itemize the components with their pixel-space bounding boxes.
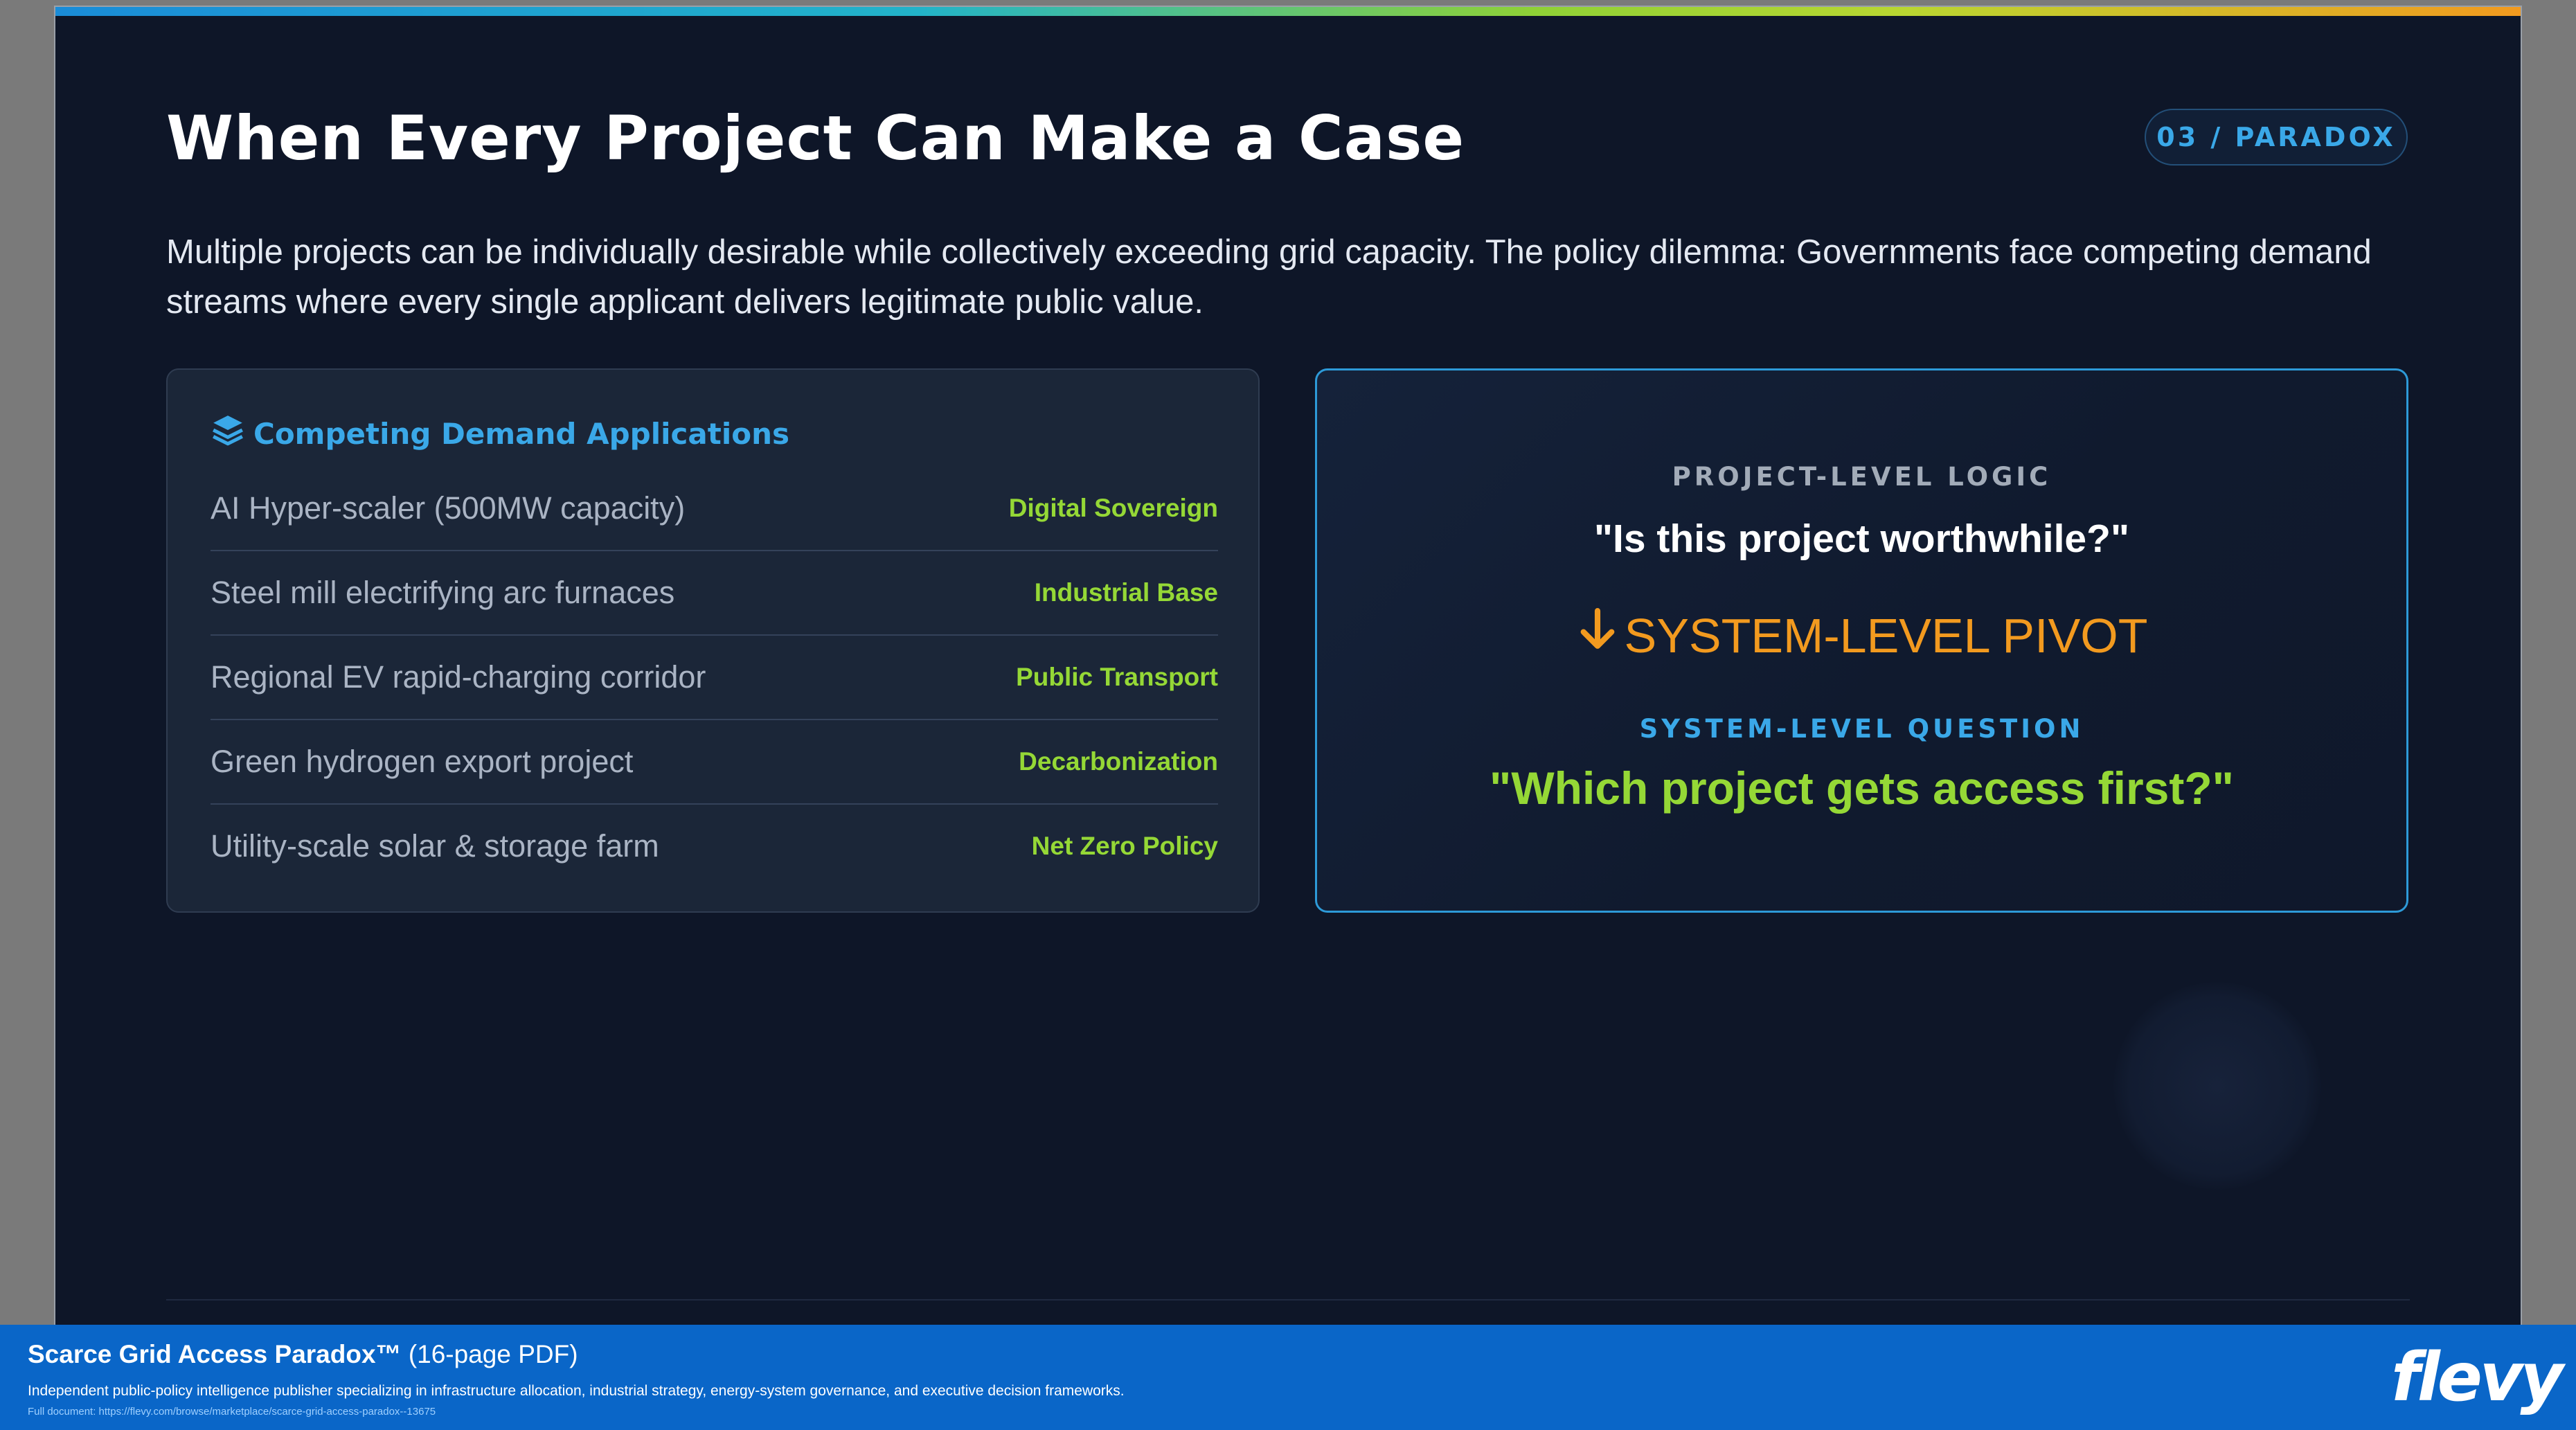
footer-divider — [166, 1299, 2410, 1301]
flevy-logo[interactable]: flevy — [2391, 1339, 2564, 1416]
paradox-logic-card: PROJECT-LEVEL LOGIC "Is this project wor… — [1315, 368, 2408, 913]
layers-icon — [211, 413, 245, 454]
slide: When Every Project Can Make a Case 03 / … — [55, 7, 2521, 1430]
list-item: Regional EV rapid-charging corridor Publ… — [211, 636, 1218, 720]
application-tag: Decarbonization — [1019, 747, 1218, 776]
card-heading: Competing Demand Applications — [211, 413, 789, 454]
pivot-label: SYSTEM-LEVEL PIVOT — [1624, 609, 2148, 663]
list-item: AI Hyper-scaler (500MW capacity) Digital… — [211, 467, 1218, 551]
list-item: Utility-scale solar & storage farm Net Z… — [211, 805, 1218, 888]
slide-title: When Every Project Can Make a Case — [166, 102, 1465, 174]
application-tag: Digital Sovereign — [1008, 494, 1218, 522]
document-footer: Scarce Grid Access Paradox™ (16-page PDF… — [0, 1325, 2576, 1430]
card-heading-label: Competing Demand Applications — [253, 416, 789, 451]
project-level-question: "Is this project worthwhile?" — [1594, 517, 2129, 561]
application-list: AI Hyper-scaler (500MW capacity) Digital… — [211, 467, 1218, 888]
application-name: Regional EV rapid-charging corridor — [211, 659, 706, 695]
list-item: Steel mill electrifying arc furnaces Ind… — [211, 551, 1218, 636]
project-level-kicker: PROJECT-LEVEL LOGIC — [1672, 462, 2052, 492]
application-name: Utility-scale solar & storage farm — [211, 828, 659, 864]
system-level-pivot: SYSTEM-LEVEL PIVOT — [1317, 607, 2406, 664]
slide-subtitle: Multiple projects can be individually de… — [166, 233, 2372, 321]
footer-title-suffix: (16-page PDF) — [401, 1340, 578, 1368]
application-name: Green hydrogen export project — [211, 744, 634, 779]
application-tag: Public Transport — [1016, 663, 1218, 691]
footer-title: Scarce Grid Access Paradox™ (16-page PDF… — [28, 1340, 578, 1369]
application-name: Steel mill electrifying arc furnaces — [211, 575, 675, 610]
arrow-down-icon — [1576, 607, 1619, 664]
footer-title-name: Scarce Grid Access Paradox™ — [28, 1340, 402, 1368]
footer-link[interactable]: Full document: https://flevy.com/browse/… — [28, 1406, 436, 1418]
decorative-circle — [2113, 982, 2321, 1190]
section-badge: 03 / PARADOX — [2145, 109, 2408, 166]
application-tag: Net Zero Policy — [1031, 832, 1218, 860]
application-tag: Industrial Base — [1034, 578, 1218, 607]
list-item: Green hydrogen export project Decarboniz… — [211, 720, 1218, 805]
gradient-top-bar — [55, 7, 2521, 16]
application-name: AI Hyper-scaler (500MW capacity) — [211, 490, 686, 526]
system-level-question: "Which project gets access first?" — [1490, 762, 2234, 814]
footer-description: Independent public-policy intelligence p… — [28, 1383, 1125, 1399]
system-level-kicker: SYSTEM-LEVEL QUESTION — [1639, 714, 2084, 744]
competing-demand-card: Competing Demand Applications AI Hyper-s… — [166, 368, 1260, 913]
